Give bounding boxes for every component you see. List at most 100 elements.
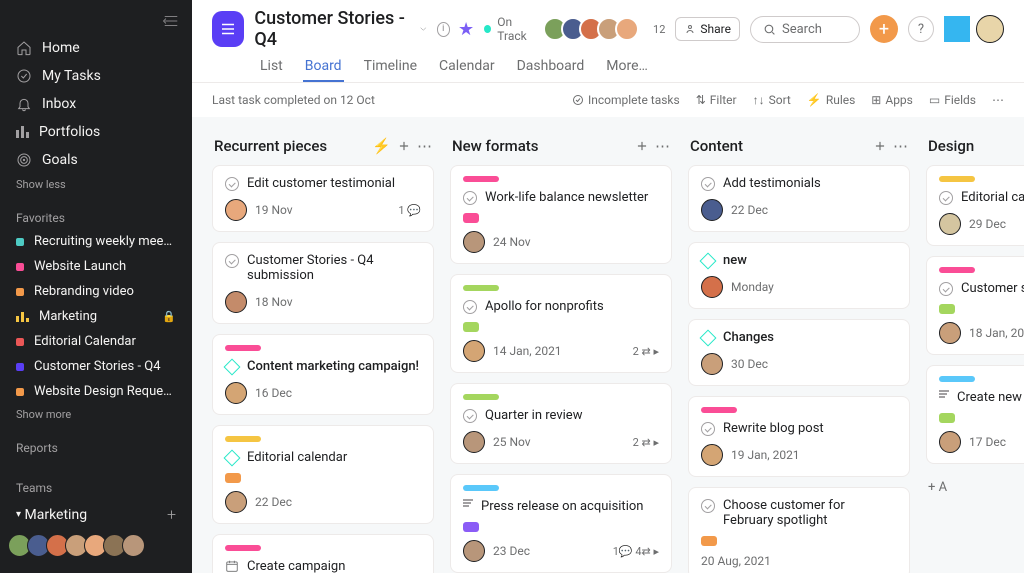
apps-button[interactable]: ⊞ Apps — [871, 93, 913, 107]
star-icon[interactable]: ★ — [458, 19, 474, 40]
assignee-avatar[interactable] — [701, 353, 723, 375]
assignee-avatar[interactable] — [463, 540, 485, 562]
help-button[interactable]: ? — [908, 16, 934, 42]
task-card[interactable]: Quarter in review25 Nov2 ⇄ ▸ — [450, 383, 672, 464]
task-card[interactable]: Create campaign — [212, 534, 434, 573]
column-title[interactable]: Content — [690, 137, 743, 155]
sort-button[interactable]: ↑↓ Sort — [753, 93, 791, 107]
assignee-avatar[interactable] — [701, 199, 723, 221]
assignee-avatar[interactable] — [939, 431, 961, 453]
show-more[interactable]: Show more — [0, 404, 192, 433]
task-card[interactable]: newMonday — [688, 242, 910, 309]
tab-more…[interactable]: More… — [604, 52, 650, 82]
assignee-avatar[interactable] — [463, 231, 485, 253]
unknown-blue-square[interactable] — [944, 16, 970, 42]
tab-list[interactable]: List — [258, 52, 285, 82]
task-card[interactable]: Content marketing campaign!16 Dec — [212, 334, 434, 415]
favorite-item[interactable]: Website Design Reque… — [0, 379, 192, 404]
task-card[interactable]: Work-life balance newsletter24 Nov — [450, 165, 672, 264]
chevron-down-icon[interactable] — [418, 23, 429, 35]
complete-check-icon[interactable] — [939, 191, 953, 205]
tab-calendar[interactable]: Calendar — [437, 52, 497, 82]
favorite-item[interactable]: Editorial Calendar — [0, 329, 192, 354]
user-avatar[interactable] — [976, 15, 1004, 43]
fields-button[interactable]: ▭ Fields — [929, 93, 976, 107]
incomplete-filter[interactable]: Incomplete tasks — [572, 93, 680, 107]
search-input[interactable]: Search — [750, 16, 860, 43]
task-card[interactable]: Editorial cale29 Dec — [926, 165, 1024, 246]
favorite-item[interactable]: Rebranding video — [0, 279, 192, 304]
assignee-avatar[interactable] — [225, 382, 247, 404]
task-card[interactable]: Edit customer testimonial19 Nov1 💬 — [212, 165, 434, 232]
team-marketing[interactable]: ▾ Marketing + — [0, 499, 192, 530]
column-more-icon[interactable]: ⋯ — [417, 137, 432, 155]
complete-check-icon[interactable] — [463, 191, 477, 205]
task-card[interactable]: Apollo for nonprofits14 Jan, 20212 ⇄ ▸ — [450, 274, 672, 373]
filter-button[interactable]: ⇅ Filter — [696, 93, 737, 107]
assignee-avatar[interactable] — [701, 276, 723, 298]
task-card[interactable]: Press release on acquisition23 Dec1💬 4⇄ … — [450, 474, 672, 573]
task-card[interactable]: Changes30 Dec — [688, 319, 910, 386]
task-meta: 2 ⇄ ▸ — [633, 436, 659, 449]
favorite-item[interactable]: Customer Stories - Q4 — [0, 354, 192, 379]
complete-check-icon[interactable] — [225, 254, 239, 268]
add-task-icon[interactable] — [635, 139, 649, 153]
nav-home[interactable]: Home — [0, 34, 192, 62]
share-button[interactable]: Share — [675, 17, 740, 41]
info-icon[interactable]: i — [437, 22, 450, 37]
add-task-row[interactable]: + A — [926, 474, 1024, 501]
project-title[interactable]: Customer Stories - Q4 i ★ — [254, 8, 474, 50]
task-card[interactable]: Customer spo18 Jan, 2021 — [926, 256, 1024, 355]
rules-button[interactable]: ⚡Rules — [807, 93, 855, 107]
task-card[interactable]: Customer Stories - Q4 submission18 Nov — [212, 242, 434, 324]
complete-check-icon[interactable] — [701, 499, 715, 513]
assignee-avatar[interactable] — [225, 199, 247, 221]
nav-goals[interactable]: Goals — [0, 146, 192, 174]
more-icon[interactable]: ⋯ — [992, 93, 1004, 107]
favorite-item[interactable]: Recruiting weekly mee… — [0, 229, 192, 254]
complete-check-icon[interactable] — [939, 282, 953, 296]
tab-dashboard[interactable]: Dashboard — [515, 52, 587, 82]
task-card[interactable]: Add testimonials22 Dec — [688, 165, 910, 232]
member-avatars[interactable] — [549, 17, 639, 41]
sidebar-collapse[interactable] — [0, 8, 192, 34]
column-title[interactable]: New formats — [452, 137, 539, 155]
column-title[interactable]: Recurrent pieces — [214, 137, 327, 155]
complete-check-icon[interactable] — [225, 177, 239, 191]
add-team-icon[interactable]: + — [167, 505, 176, 524]
tab-timeline[interactable]: Timeline — [362, 52, 419, 82]
add-task-icon[interactable] — [873, 139, 887, 153]
assignee-avatar[interactable] — [463, 431, 485, 453]
column-more-icon[interactable]: ⋯ — [655, 137, 670, 155]
complete-check-icon[interactable] — [701, 422, 715, 436]
complete-check-icon[interactable] — [701, 177, 715, 191]
favorite-item[interactable]: Marketing🔒 — [0, 304, 192, 329]
nav-inbox[interactable]: Inbox — [0, 90, 192, 118]
nav-portfolios[interactable]: Portfolios — [0, 118, 192, 146]
add-task-icon[interactable] — [397, 139, 411, 153]
favorite-item[interactable]: Website Launch — [0, 254, 192, 279]
column-title[interactable]: Design — [928, 137, 974, 155]
complete-check-icon[interactable] — [463, 300, 477, 314]
assignee-avatar[interactable] — [939, 322, 961, 344]
project-icon[interactable] — [212, 11, 244, 47]
task-title: Quarter in review — [485, 408, 582, 423]
global-add-button[interactable]: + — [870, 15, 898, 43]
assignee-avatar[interactable] — [701, 444, 723, 466]
tab-board[interactable]: Board — [303, 52, 344, 82]
task-card[interactable]: Create new in17 Dec — [926, 365, 1024, 464]
task-card[interactable]: Rewrite blog post19 Jan, 2021 — [688, 396, 910, 477]
nav-my-tasks[interactable]: My Tasks — [0, 62, 192, 90]
task-card[interactable]: Editorial calendar22 Dec — [212, 425, 434, 524]
assignee-avatar[interactable] — [225, 291, 247, 313]
project-status[interactable]: On Track — [484, 15, 539, 43]
complete-check-icon[interactable] — [463, 409, 477, 423]
show-less[interactable]: Show less — [0, 174, 192, 203]
assignee-avatar[interactable] — [225, 491, 247, 513]
assignee-avatar[interactable] — [939, 213, 961, 235]
task-card[interactable]: Choose customer for February spotlight20… — [688, 487, 910, 573]
assignee-avatar[interactable] — [463, 340, 485, 362]
column-more-icon[interactable]: ⋯ — [893, 137, 908, 155]
bolt-icon[interactable]: ⚡ — [372, 137, 391, 155]
reports-header[interactable]: Reports — [0, 433, 192, 459]
